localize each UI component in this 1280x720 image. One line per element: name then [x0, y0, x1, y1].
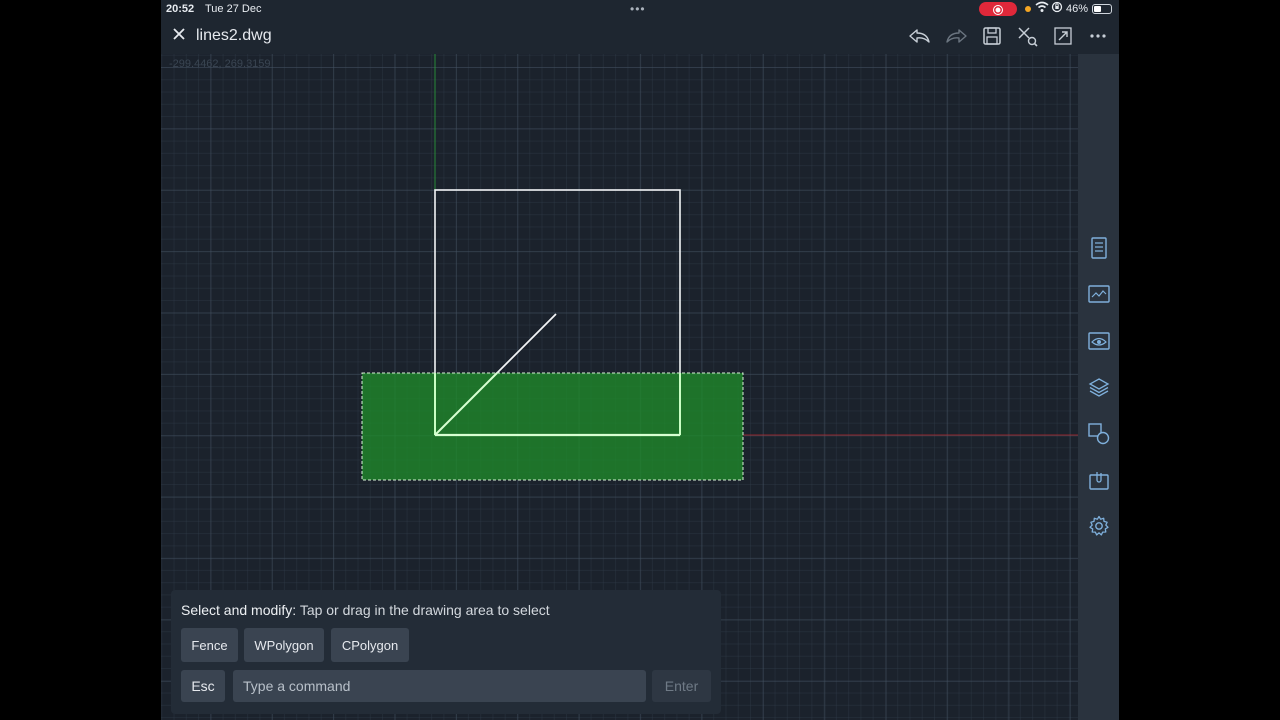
blocks-icon[interactable]	[1087, 422, 1111, 446]
layouts-icon[interactable]	[1087, 282, 1111, 306]
layers-icon[interactable]	[1087, 375, 1111, 399]
selection-window	[361, 372, 744, 481]
status-bar: 20:52 Tue 27 Dec ••• 46%	[161, 0, 1119, 18]
status-date: Tue 27 Dec	[205, 3, 262, 15]
save-icon[interactable]	[979, 23, 1005, 49]
more-icon[interactable]	[1085, 23, 1111, 49]
prompt-text: Tap or drag in the drawing area to selec…	[299, 602, 550, 618]
cpolygon-button[interactable]: CPolygon	[331, 628, 409, 662]
battery-icon	[1092, 4, 1112, 14]
command-input[interactable]	[233, 670, 646, 702]
redo-icon[interactable]	[943, 23, 969, 49]
command-panel: Select and modify: Tap or drag in the dr…	[171, 590, 721, 714]
status-time: 20:52	[166, 3, 195, 15]
fullscreen-icon[interactable]	[1050, 23, 1076, 49]
wifi-icon	[1035, 1, 1049, 16]
undo-icon[interactable]	[907, 23, 933, 49]
view-icon[interactable]	[1087, 329, 1111, 353]
enter-button[interactable]: Enter	[652, 670, 711, 702]
screen-recording-icon	[979, 2, 1017, 16]
file-title: lines2.dwg	[196, 27, 272, 44]
properties-icon[interactable]	[1087, 236, 1111, 260]
trim-icon[interactable]	[1014, 23, 1040, 49]
mic-indicator-icon	[1025, 6, 1031, 12]
esc-button[interactable]: Esc	[181, 670, 225, 702]
app-window: 20:52 Tue 27 Dec ••• 46% lines2.dwg -299…	[161, 0, 1119, 720]
settings-icon[interactable]	[1087, 514, 1111, 538]
fence-button[interactable]: Fence	[181, 628, 238, 662]
wpolygon-button[interactable]: WPolygon	[244, 628, 324, 662]
attachments-icon[interactable]	[1087, 468, 1111, 492]
app-header: lines2.dwg	[161, 18, 1119, 54]
prompt-title: Select and modify:	[181, 602, 297, 618]
orientation-lock-icon	[1051, 1, 1063, 16]
right-toolbar	[1078, 54, 1119, 720]
close-icon[interactable]	[169, 25, 189, 45]
battery-percent: 46%	[1066, 3, 1089, 15]
command-prompt: Select and modify: Tap or drag in the dr…	[181, 602, 550, 618]
multitask-dots-icon[interactable]: •••	[630, 2, 646, 16]
